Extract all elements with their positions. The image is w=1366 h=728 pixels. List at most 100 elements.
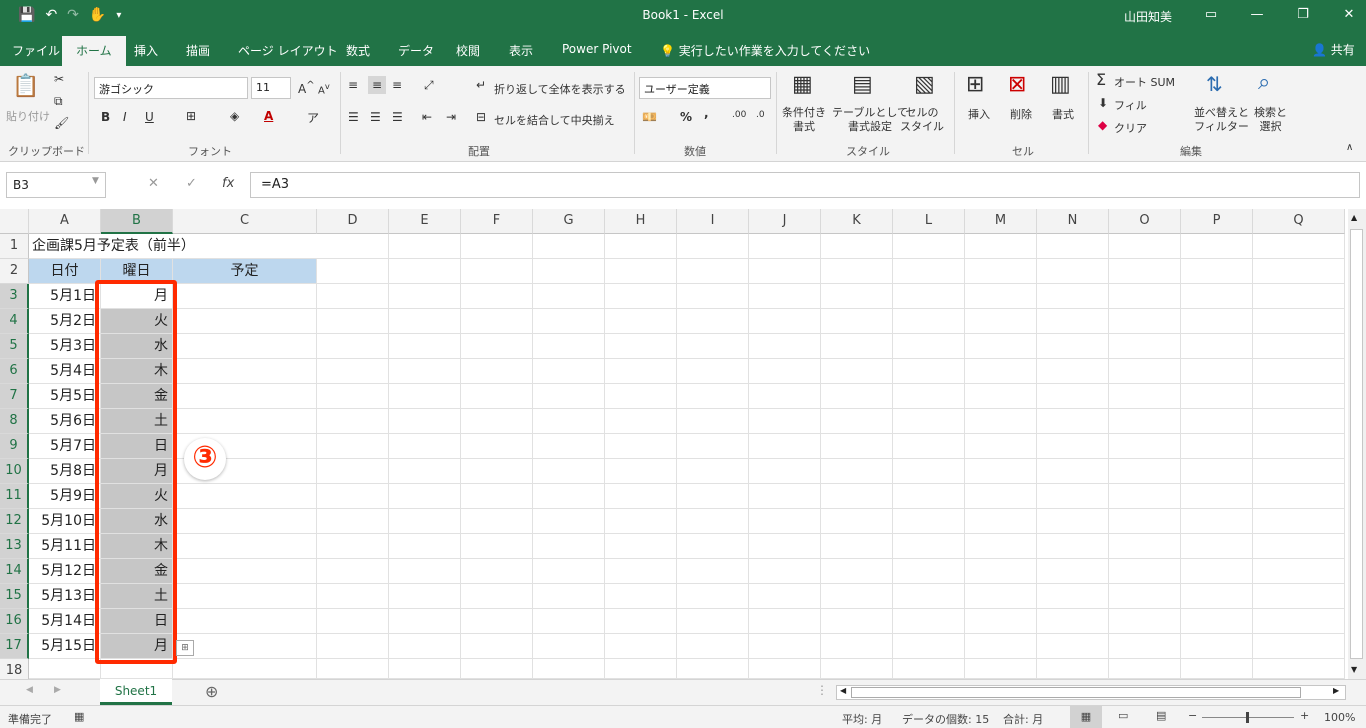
grid-cell[interactable] (965, 534, 1037, 559)
zoom-in-icon[interactable]: + (1300, 709, 1309, 722)
row-header[interactable]: 7 (0, 384, 29, 409)
grid-cell[interactable] (1037, 509, 1109, 534)
paste-icon[interactable]: 📋 (12, 74, 39, 99)
underline-button[interactable]: U (145, 110, 154, 124)
grid-cell[interactable] (317, 659, 389, 679)
grid-cell[interactable] (749, 484, 821, 509)
grid-cell[interactable] (893, 634, 965, 659)
grid-cell[interactable] (173, 584, 317, 609)
grid-cell[interactable] (821, 234, 893, 259)
row-header[interactable]: 6 (0, 359, 29, 384)
grid-cell[interactable] (533, 284, 605, 309)
grid-cell[interactable] (173, 334, 317, 359)
tab-review[interactable]: 校閲 (456, 42, 480, 59)
grid-cell[interactable] (1253, 234, 1345, 259)
cell-styles-icon[interactable]: ▧ (914, 72, 935, 97)
grid-cell[interactable] (317, 334, 389, 359)
grid-cell[interactable] (677, 459, 749, 484)
grid-cell[interactable] (965, 309, 1037, 334)
grid-cell[interactable] (1253, 459, 1345, 484)
column-header[interactable]: A (29, 209, 101, 234)
grid-cell[interactable] (461, 459, 533, 484)
grid-cell[interactable] (317, 359, 389, 384)
tab-file[interactable]: ファイル (12, 42, 60, 59)
grid-cell[interactable] (317, 309, 389, 334)
grid-cell[interactable] (749, 409, 821, 434)
grid-cell[interactable] (893, 309, 965, 334)
grid-cell[interactable] (533, 234, 605, 259)
align-middle-icon[interactable]: ≡ (368, 76, 387, 94)
autofill-options-icon[interactable]: ⊞ (176, 640, 194, 656)
grid-cell[interactable] (749, 334, 821, 359)
grid-cell[interactable] (1253, 484, 1345, 509)
column-header[interactable]: H (605, 209, 677, 234)
cancel-icon[interactable]: ✕ (148, 176, 159, 191)
grid-cell[interactable] (965, 609, 1037, 634)
fill-color-icon[interactable]: ◈ (230, 109, 239, 123)
grid-cell[interactable] (965, 334, 1037, 359)
date-cell[interactable]: 5月8日 (29, 459, 101, 484)
sort-filter-icon[interactable]: ⇅ (1206, 72, 1223, 96)
grid-cell[interactable] (821, 359, 893, 384)
grid-cell[interactable] (677, 284, 749, 309)
grid-cell[interactable] (1037, 534, 1109, 559)
grid-cell[interactable] (533, 384, 605, 409)
phonetic-icon[interactable]: ア (307, 109, 319, 126)
clear-button[interactable]: クリア (1114, 120, 1147, 136)
name-box-dropdown-icon[interactable]: ▼ (92, 176, 99, 186)
align-bottom-icon[interactable]: ≡ (392, 78, 402, 92)
grid-cell[interactable] (173, 384, 317, 409)
grid-cell[interactable] (965, 584, 1037, 609)
grid-cell[interactable] (389, 459, 461, 484)
grid-cell[interactable] (605, 234, 677, 259)
date-cell[interactable]: 5月10日 (29, 509, 101, 534)
column-header[interactable]: O (1109, 209, 1181, 234)
font-name-select[interactable]: 游ゴシック (94, 77, 248, 99)
grid-cell[interactable] (605, 559, 677, 584)
grid-cell[interactable] (605, 509, 677, 534)
grid-cell[interactable] (605, 459, 677, 484)
grid-cell[interactable] (965, 234, 1037, 259)
grid-cell[interactable] (389, 384, 461, 409)
column-header[interactable]: K (821, 209, 893, 234)
grid-cell[interactable] (677, 634, 749, 659)
header-cell-plan[interactable]: 予定 (173, 259, 317, 284)
grid-cell[interactable] (1181, 234, 1253, 259)
grid-cell[interactable] (461, 559, 533, 584)
grid-cell[interactable] (965, 409, 1037, 434)
grid-cell[interactable] (893, 384, 965, 409)
new-sheet-icon[interactable]: ⊕ (205, 682, 218, 701)
grid-cell[interactable] (749, 259, 821, 284)
grid-cell[interactable] (1253, 559, 1345, 584)
grid-cell[interactable] (533, 334, 605, 359)
align-top-icon[interactable]: ≡ (348, 78, 358, 92)
grid-cell[interactable] (317, 409, 389, 434)
scroll-up-icon[interactable]: ▲ (1351, 213, 1357, 222)
formula-input[interactable]: =A3 (250, 172, 1360, 198)
grid-cell[interactable] (677, 434, 749, 459)
format-as-table-icon[interactable]: ▤ (852, 72, 873, 97)
grid-cell[interactable] (461, 384, 533, 409)
grid-cell[interactable] (605, 434, 677, 459)
clear-icon[interactable]: ◆ (1098, 118, 1107, 132)
grid-cell[interactable] (173, 409, 317, 434)
grid-cell[interactable] (389, 509, 461, 534)
row-header[interactable]: 11 (0, 484, 29, 509)
grid-cell[interactable] (749, 234, 821, 259)
grid-cell[interactable] (677, 409, 749, 434)
grid-cell[interactable] (389, 659, 461, 679)
grid-cell[interactable] (1181, 334, 1253, 359)
grid-cell[interactable] (1253, 609, 1345, 634)
grid-cell[interactable] (821, 484, 893, 509)
grid-cell[interactable] (749, 634, 821, 659)
grid-cell[interactable] (533, 584, 605, 609)
grid-cell[interactable] (173, 634, 317, 659)
grid-cell[interactable] (965, 459, 1037, 484)
insert-cells-button[interactable]: 挿入 (968, 106, 990, 122)
grid-cell[interactable] (461, 234, 533, 259)
decrease-indent-icon[interactable]: ⇤ (422, 110, 432, 124)
grid-cell[interactable] (533, 409, 605, 434)
tell-me-box[interactable]: 💡 実行したい作業を入力してください (660, 42, 870, 59)
grid-cell[interactable] (677, 334, 749, 359)
date-cell[interactable]: 5月6日 (29, 409, 101, 434)
